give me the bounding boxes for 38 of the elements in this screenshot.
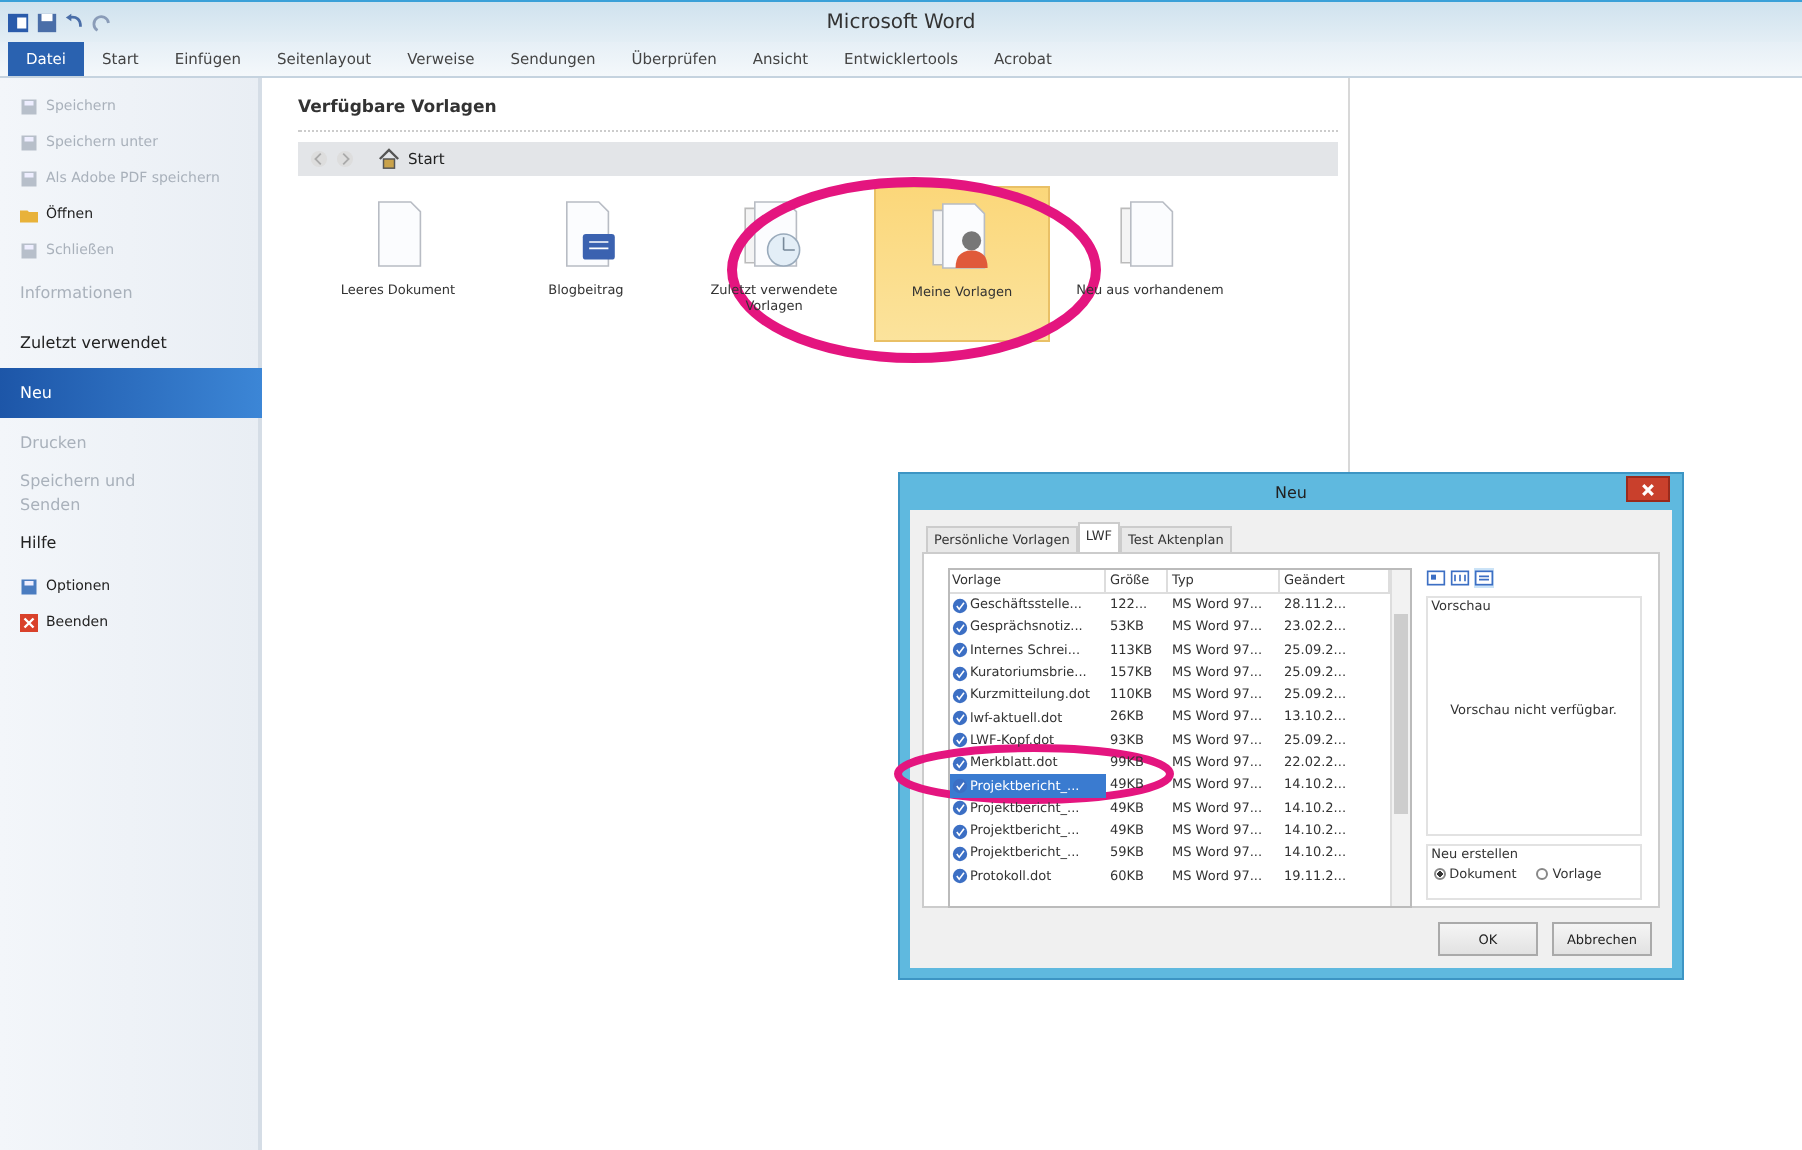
dialog-title: Neu (1275, 483, 1307, 501)
scrollbar[interactable] (1390, 570, 1410, 906)
backstage-item[interactable]: Neu (0, 368, 262, 418)
word-template-icon (952, 778, 968, 795)
word-logo-icon[interactable] (8, 11, 30, 33)
word-template-icon (952, 597, 968, 614)
home-icon[interactable] (378, 148, 400, 170)
close-icon (1640, 481, 1656, 497)
word-template-icon (952, 800, 968, 817)
window-title: Microsoft Word (826, 11, 976, 33)
document-icon (20, 169, 38, 187)
word-template-icon (952, 845, 968, 862)
save-icon[interactable] (36, 11, 58, 33)
close-button[interactable] (1626, 476, 1670, 502)
section-heading: Verfügbare Vorlagen (298, 98, 1338, 132)
word-template-icon (952, 823, 968, 840)
word-template-icon (952, 642, 968, 659)
document-icon (20, 577, 38, 595)
word-template-icon (952, 710, 968, 727)
document-icon (20, 97, 38, 115)
word-template-icon (952, 665, 968, 682)
document-icon (20, 241, 38, 259)
backstage-item[interactable]: Hilfe (0, 518, 258, 568)
close-icon (20, 613, 38, 631)
word-template-icon (952, 868, 968, 885)
person-document-icon (930, 200, 994, 272)
document-icon (20, 133, 38, 151)
details-view-icon[interactable] (1473, 568, 1494, 588)
backstage-item[interactable]: Zuletzt verwendet (0, 318, 258, 368)
folder-icon (20, 205, 38, 223)
large-icons-view-icon[interactable] (1425, 568, 1446, 588)
word-template-icon (952, 732, 968, 749)
list-view-icon[interactable] (1449, 568, 1470, 588)
word-template-icon (952, 619, 968, 636)
word-template-icon (952, 687, 968, 704)
word-template-icon (952, 755, 968, 772)
clock-document-icon (742, 198, 806, 270)
undo-icon[interactable] (64, 11, 86, 33)
